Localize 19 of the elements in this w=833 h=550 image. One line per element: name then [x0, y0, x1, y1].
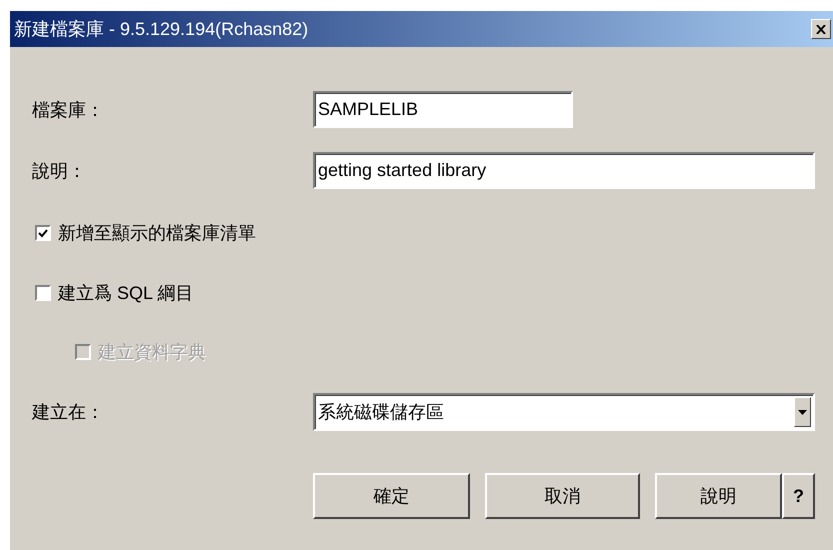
checkbox-label: 建立爲 SQL 綱目	[58, 282, 194, 305]
input-field[interactable]: getting started library	[313, 152, 815, 189]
dropdown[interactable]: 系統磁碟儲存區	[313, 393, 815, 431]
field-label: 檔案庫：	[32, 98, 105, 122]
field-label: 建立在：	[32, 401, 105, 424]
close-icon	[816, 24, 826, 34]
ok-button[interactable]: 確定	[313, 473, 470, 519]
checkbox[interactable]	[35, 225, 51, 241]
dropdown-value: 系統磁碟儲存區	[318, 401, 444, 424]
help-button[interactable]: 說明	[655, 473, 782, 519]
question-button[interactable]: ?	[782, 473, 815, 519]
checkbox[interactable]	[35, 285, 51, 301]
input-field[interactable]: SAMPLELIB	[313, 91, 573, 128]
close-button[interactable]	[811, 19, 831, 39]
field-label: 說明：	[32, 160, 87, 182]
checkbox-label: 新增至顯示的檔案庫清單	[58, 222, 256, 245]
window-title: 新建檔案庫 - 9.5.129.194(Rchasn82)	[14, 18, 308, 41]
check-icon	[38, 228, 48, 238]
cancel-button[interactable]: 取消	[485, 473, 640, 519]
